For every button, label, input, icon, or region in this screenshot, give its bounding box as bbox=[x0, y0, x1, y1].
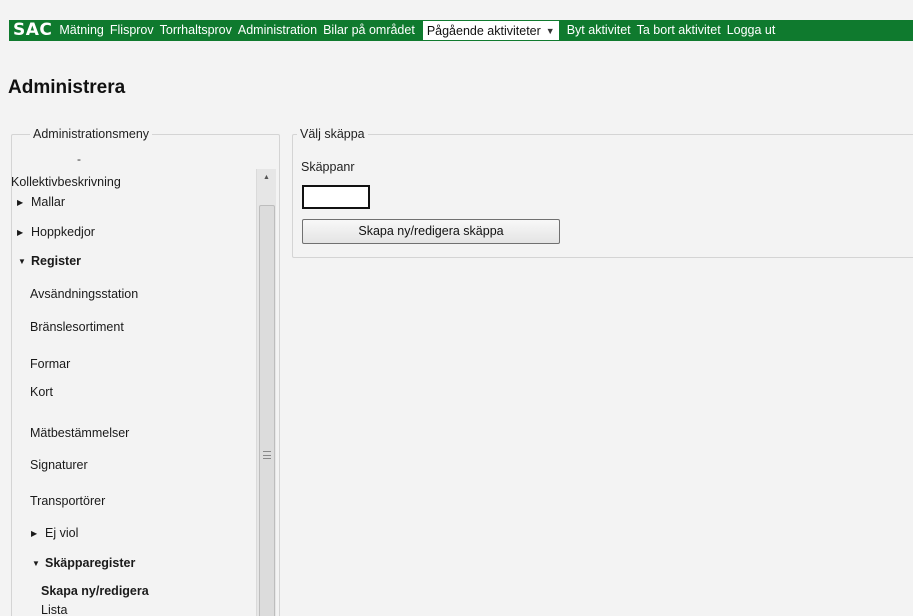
menu-item-register[interactable]: ▼ Register bbox=[18, 254, 81, 268]
menu-item-label: Transportörer bbox=[30, 494, 106, 508]
skappnr-input[interactable] bbox=[302, 185, 370, 209]
menu-item-label: Mätbestämmelser bbox=[30, 426, 130, 440]
menu-item-label: Bränslesortiment bbox=[30, 320, 124, 334]
menu-item-mallar[interactable]: ▶ Mallar bbox=[17, 195, 65, 209]
nav-link-logga-ut[interactable]: Logga ut bbox=[724, 20, 779, 41]
menu-item-label: Ej viol bbox=[45, 526, 79, 540]
menu-item-ej-viol[interactable]: ▶ Ej viol bbox=[31, 526, 78, 540]
nav-link-matning[interactable]: Mätning bbox=[57, 20, 106, 41]
valj-skappa-legend: Välj skäppa bbox=[297, 126, 368, 142]
triangle-down-icon: ▼ bbox=[32, 559, 40, 568]
chevron-down-icon: ▼ bbox=[545, 25, 555, 36]
skappnr-label: Skäppanr bbox=[301, 160, 355, 174]
nav-link-bilar-pa-omradet[interactable]: Bilar på området bbox=[320, 20, 418, 41]
nav-link-ta-bort-aktivitet[interactable]: Ta bort aktivitet bbox=[634, 20, 724, 41]
triangle-right-icon: ▶ bbox=[17, 198, 24, 207]
menu-item-label: Formar bbox=[30, 357, 71, 371]
triangle-right-icon: ▶ bbox=[17, 228, 24, 237]
grip-icon bbox=[263, 451, 271, 459]
menu-item-kollektivbeskrivning[interactable]: Kollektivbeskrivning bbox=[11, 175, 121, 189]
menu-item-skapparegister[interactable]: ▼ Skäpparegister bbox=[32, 556, 135, 570]
menu-scrollbar[interactable]: ▲ bbox=[256, 169, 276, 616]
menu-item-signaturer[interactable]: Signaturer bbox=[30, 458, 88, 472]
menu-item-label: Hoppkedjor bbox=[31, 225, 95, 239]
nav-link-administration[interactable]: Administration bbox=[235, 20, 320, 41]
menu-item-lista[interactable]: Lista bbox=[41, 603, 67, 616]
nav-link-flisprov[interactable]: Flisprov bbox=[107, 20, 157, 41]
menu-item-hoppkedjor[interactable]: ▶ Hoppkedjor bbox=[17, 225, 95, 239]
scrollbar-thumb[interactable] bbox=[259, 205, 275, 616]
nav-link-byt-aktivitet[interactable]: Byt aktivitet bbox=[564, 20, 634, 41]
menu-item-label: Skäpparegister bbox=[45, 556, 136, 570]
cut-off-item: - bbox=[77, 152, 81, 166]
sac-logo: SAC bbox=[13, 20, 53, 40]
main-navigation: SAC Mätning Flisprov Torrhaltsprov Admin… bbox=[9, 20, 913, 41]
menu-item-label: Avsändningsstation bbox=[30, 287, 139, 301]
triangle-down-icon: ▼ bbox=[18, 257, 26, 266]
menu-item-label: Lista bbox=[41, 603, 68, 616]
page-title: Administrera bbox=[8, 77, 126, 98]
menu-item-skapa-ny-redigera[interactable]: Skapa ny/redigera bbox=[41, 584, 149, 598]
menu-item-matbestammelser[interactable]: Mätbestämmelser bbox=[30, 426, 129, 440]
menu-item-avsandningsstation[interactable]: Avsändningsstation bbox=[30, 287, 138, 301]
dropdown-label: Pågående aktiviteter bbox=[426, 23, 541, 38]
menu-item-label: Signaturer bbox=[30, 458, 88, 472]
pagaende-aktiviteter-dropdown[interactable]: Pågående aktiviteter ▼ bbox=[421, 20, 560, 41]
nav-link-torrhaltsprov[interactable]: Torrhaltsprov bbox=[157, 20, 235, 41]
top-bar: SAC Mätning Flisprov Torrhaltsprov Admin… bbox=[0, 0, 913, 41]
menu-item-label: Kollektivbeskrivning bbox=[11, 175, 121, 189]
menu-item-formar[interactable]: Formar bbox=[30, 357, 70, 371]
scroll-up-arrow-icon[interactable]: ▲ bbox=[257, 169, 276, 191]
menu-item-label: Skapa ny/redigera bbox=[41, 584, 149, 598]
menu-item-kort[interactable]: Kort bbox=[30, 385, 53, 399]
triangle-right-icon: ▶ bbox=[31, 529, 38, 538]
admin-menu-legend: Administrationsmeny bbox=[30, 126, 153, 142]
skapa-ny-redigera-skappa-button[interactable]: Skapa ny/redigera skäppa bbox=[302, 219, 560, 244]
menu-item-label: Kort bbox=[30, 385, 53, 399]
menu-item-label: Register bbox=[31, 254, 82, 268]
menu-item-bransleortiment[interactable]: Bränslesortiment bbox=[30, 320, 124, 334]
menu-item-label: Mallar bbox=[31, 195, 66, 209]
menu-item-transportorer[interactable]: Transportörer bbox=[30, 494, 105, 508]
